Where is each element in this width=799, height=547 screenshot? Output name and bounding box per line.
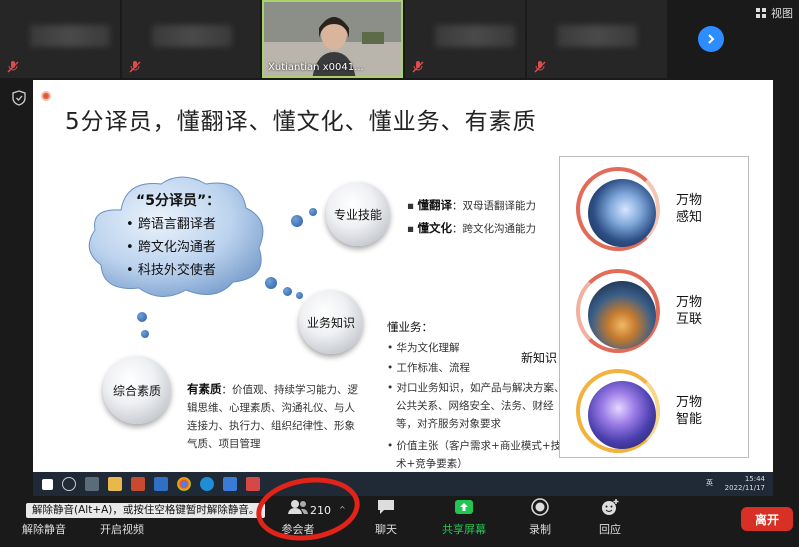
bubble-dot bbox=[283, 287, 292, 296]
chevron-right-icon bbox=[708, 34, 715, 44]
skill-text: ▪ 懂翻译：双母语翻译能力 ▪ 懂文化：跨文化沟通能力 bbox=[407, 196, 536, 238]
sphere-overall-quality: 综合素质 bbox=[103, 356, 171, 424]
record-icon bbox=[529, 498, 551, 516]
label-intelligence: 万物 智能 bbox=[676, 395, 703, 427]
participant-tile[interactable] bbox=[405, 0, 525, 78]
label-connectivity: 万物 互联 bbox=[676, 295, 703, 327]
business-item: • 价值主张（客户需求+商业模式+技术+竞争要素） bbox=[387, 440, 562, 470]
cloud-content: “5分译员”： • 跨语言翻译者 • 跨文化沟通者 • 科技外交使者 bbox=[126, 190, 220, 282]
record-label: 录制 bbox=[529, 523, 551, 536]
chrome-icon bbox=[177, 477, 191, 491]
cloud-item: • 跨语言翻译者 bbox=[126, 217, 216, 232]
unmute-tooltip: 解除静音(Alt+A)，或按住空格键暂时解除静音。 bbox=[26, 503, 266, 518]
bubble-dot bbox=[309, 208, 317, 216]
label-perception: 万物 感知 bbox=[676, 193, 703, 225]
remote-taskbar: 英 15:44 2022/11/17 bbox=[33, 472, 773, 496]
ring-perception bbox=[576, 167, 660, 251]
video-gallery: Xutiantian x0041... 视图 bbox=[0, 0, 799, 80]
quality-text: 有素质：价值观、持续学习能力、逻辑思维、心理素质、沟通礼仪、与人连接力、执行力、… bbox=[187, 382, 358, 450]
office-icon bbox=[131, 477, 145, 491]
brain-image bbox=[588, 381, 656, 449]
edge-icon bbox=[200, 477, 214, 491]
security-shield-icon[interactable] bbox=[12, 90, 26, 106]
next-page-button[interactable] bbox=[698, 26, 724, 52]
participants-button[interactable]: 参会者 bbox=[268, 496, 328, 540]
emoji-icon bbox=[599, 498, 621, 516]
task-view-icon bbox=[85, 477, 99, 491]
chevron-up-icon[interactable]: ^ bbox=[339, 505, 346, 514]
skill-line: ▪ 懂翻译：双母语翻译能力 bbox=[407, 198, 536, 212]
outlook-icon bbox=[154, 477, 168, 491]
sphere-business-knowledge: 业务知识 bbox=[299, 290, 363, 354]
earth-image bbox=[588, 281, 656, 349]
chat-icon bbox=[375, 498, 397, 516]
cloud-item: • 跨文化沟通者 bbox=[126, 240, 216, 255]
business-heading: 懂业务： bbox=[387, 320, 433, 334]
file-explorer-icon bbox=[108, 477, 122, 491]
start-video-label: 开启视频 bbox=[100, 523, 144, 536]
participant-tile[interactable] bbox=[122, 0, 260, 78]
view-button[interactable]: 视图 bbox=[756, 5, 793, 21]
bubble-dot bbox=[141, 330, 149, 338]
taskbar-clock: 15:44 2022/11/17 bbox=[724, 475, 765, 492]
bubble-dot bbox=[296, 292, 303, 299]
bubble-dot bbox=[291, 215, 303, 227]
cloud-item: • 科技外交使者 bbox=[126, 263, 216, 278]
mic-muted-icon bbox=[412, 61, 424, 73]
ring-intelligence bbox=[576, 369, 660, 453]
active-speaker-tile[interactable]: Xutiantian x0041... bbox=[262, 0, 403, 78]
sphere-professional-skill: 专业技能 bbox=[326, 182, 390, 246]
view-label: 视图 bbox=[771, 7, 793, 20]
cloud-heading: “5分译员”： bbox=[136, 193, 221, 209]
participant-tile[interactable] bbox=[527, 0, 667, 78]
leave-button[interactable]: 离开 bbox=[741, 507, 793, 531]
share-screen-label: 共享屏幕 bbox=[442, 523, 486, 536]
taskbar-language: 英 bbox=[706, 479, 713, 487]
slide-title: 5分译员，懂翻译、懂文化、懂业务、有素质 bbox=[65, 109, 537, 135]
participants-label: 参会者 bbox=[281, 523, 315, 536]
search-icon bbox=[62, 477, 76, 491]
participant-tile[interactable] bbox=[0, 0, 120, 78]
reactions-button[interactable]: 回应 bbox=[580, 496, 640, 540]
iot-panel: 万物 感知 万物 互联 万物 智能 bbox=[559, 156, 749, 458]
shared-screen: 5分译员，懂翻译、懂文化、懂业务、有素质 “5分译员”： • 跨语言翻译者 • … bbox=[33, 80, 773, 472]
chat-button[interactable]: 聊天 bbox=[356, 496, 416, 540]
participant-count: 210 bbox=[310, 504, 331, 517]
record-indicator-icon bbox=[41, 91, 51, 101]
share-screen-button[interactable]: 共享屏幕 bbox=[432, 496, 496, 540]
bubble-dot bbox=[137, 312, 147, 322]
mic-muted-icon bbox=[129, 61, 141, 73]
mic-muted-icon bbox=[7, 61, 19, 73]
reactions-label: 回应 bbox=[599, 523, 621, 536]
share-screen-icon bbox=[453, 498, 475, 516]
business-text: 懂业务： • 华为文化理解 • 工作标准、流程 • 对口业务知识，如产品与解决方… bbox=[387, 318, 567, 472]
business-item: • 对口业务知识，如产品与解决方案、公共关系、网络安全、法务、财经等，对齐服务对… bbox=[387, 382, 565, 430]
app-icon bbox=[246, 477, 260, 491]
participants-icon bbox=[287, 498, 309, 516]
windows-start-icon bbox=[42, 478, 53, 490]
new-knowledge-label: 新知识 bbox=[519, 348, 560, 367]
ring-connectivity bbox=[576, 269, 660, 353]
unmute-label: 解除静音 bbox=[22, 523, 66, 536]
skill-line: ▪ 懂文化：跨文化沟通能力 bbox=[407, 221, 536, 235]
record-button[interactable]: 录制 bbox=[510, 496, 570, 540]
grid-view-icon bbox=[756, 8, 766, 18]
app-icon bbox=[223, 477, 237, 491]
mic-muted-icon bbox=[534, 61, 546, 73]
bubble-dot bbox=[265, 277, 277, 289]
hand-globe-image bbox=[588, 179, 656, 247]
chat-label: 聊天 bbox=[375, 523, 397, 536]
speaker-name: Xutiantian x0041... bbox=[268, 62, 364, 73]
